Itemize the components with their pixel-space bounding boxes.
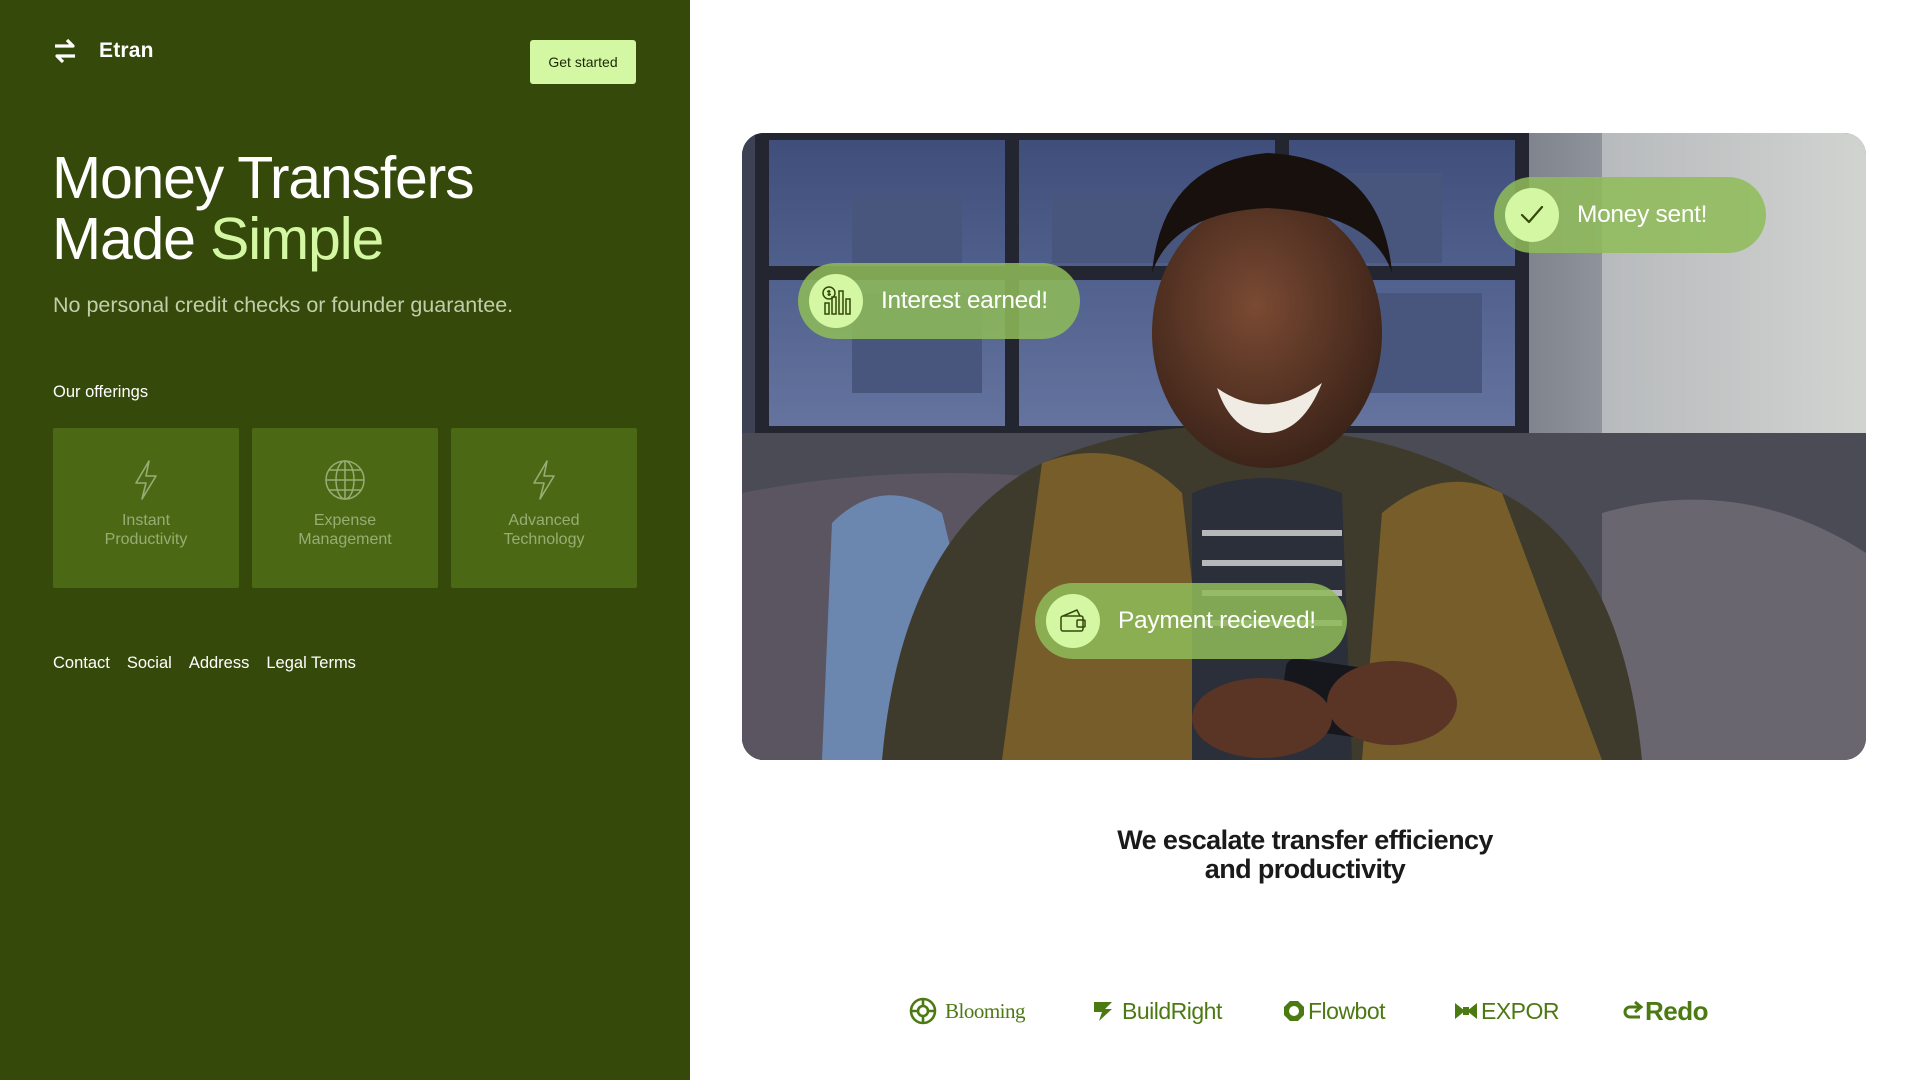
partner-name: Flowbot (1308, 997, 1386, 1024)
lightning-icon (533, 460, 555, 500)
globe-icon (325, 460, 365, 500)
offering-label: Instant Productivity (104, 512, 188, 548)
get-started-button[interactable]: Get started (530, 40, 636, 84)
hero-subtitle: No personal credit checks or founder gua… (53, 293, 514, 317)
offerings-heading: Our offerings (53, 383, 149, 401)
tagline-line1: We escalate transfer efficiency (1117, 825, 1493, 855)
partner-logo-blooming[interactable]: Blooming (908, 990, 1026, 1032)
partner-name: Blooming (945, 998, 1026, 1023)
footer-links: Contact Social Address Legal Terms (53, 654, 356, 673)
partner-logo-expor[interactable]: EXPOR (1454, 990, 1560, 1032)
hero-title-accent: Simple (209, 206, 384, 272)
partner-logo-redo[interactable]: Redo (1622, 990, 1709, 1032)
footer-link-legal-terms[interactable]: Legal Terms (266, 654, 356, 673)
money-sent-text: Money sent! (1577, 201, 1708, 228)
payment-received-text: Payment recieved! (1118, 607, 1316, 634)
money-sent-notification: Money sent! (1494, 177, 1766, 253)
partner-logos: Blooming BuildRight Flowbot EXPOR Redo (908, 990, 1709, 1032)
partner-name: Redo (1645, 995, 1709, 1026)
swap-arrows-icon (55, 38, 75, 64)
partner-logo-buildright[interactable]: BuildRight (1091, 990, 1222, 1032)
offering-card-expense-management[interactable]: Expense Management (252, 428, 438, 588)
offering-card-instant-productivity[interactable]: Instant Productivity (53, 428, 239, 588)
chart-bars-icon (809, 274, 863, 328)
blooming-logo-icon (909, 997, 937, 1025)
offering-label: Expense Management (298, 512, 392, 548)
hero-title: Money Transfers Made Simple (52, 145, 475, 272)
partner-logo-flowbot[interactable]: Flowbot (1282, 990, 1386, 1032)
redo-logo-icon (1623, 1000, 1644, 1019)
interest-earned-text: Interest earned! (881, 287, 1048, 314)
offerings-list: Instant Productivity Expense Management … (53, 428, 637, 588)
hero-title-line2-prefix: Made (52, 206, 210, 272)
interest-earned-notification: Interest earned! (798, 263, 1080, 339)
check-icon (1505, 188, 1559, 242)
offering-label: Advanced Technology (503, 512, 585, 548)
offering-card-advanced-technology[interactable]: Advanced Technology (451, 428, 637, 588)
partner-name: EXPOR (1481, 997, 1560, 1024)
footer-link-contact[interactable]: Contact (53, 654, 110, 673)
hero-title-line1: Money Transfers (52, 145, 475, 211)
hero-photo: Money sent! Interest earned! Payment rec… (742, 133, 1866, 760)
lightning-icon (135, 460, 157, 500)
tagline: We escalate transfer efficiency and prod… (1040, 826, 1570, 884)
footer-link-address[interactable]: Address (189, 654, 250, 673)
flowbot-logo-icon (1284, 1001, 1304, 1021)
wallet-icon (1046, 594, 1100, 648)
payment-received-notification: Payment recieved! (1035, 583, 1347, 659)
buildright-logo-icon (1094, 1002, 1112, 1021)
left-panel: Etran Get started Money Transfers Made S… (0, 0, 690, 1080)
footer-link-social[interactable]: Social (127, 654, 172, 673)
brand[interactable]: Etran (53, 38, 154, 64)
brand-name: Etran (99, 39, 154, 62)
expor-logo-icon (1455, 1003, 1477, 1019)
tagline-line2: and productivity (1204, 854, 1406, 884)
partner-name: BuildRight (1122, 997, 1222, 1024)
